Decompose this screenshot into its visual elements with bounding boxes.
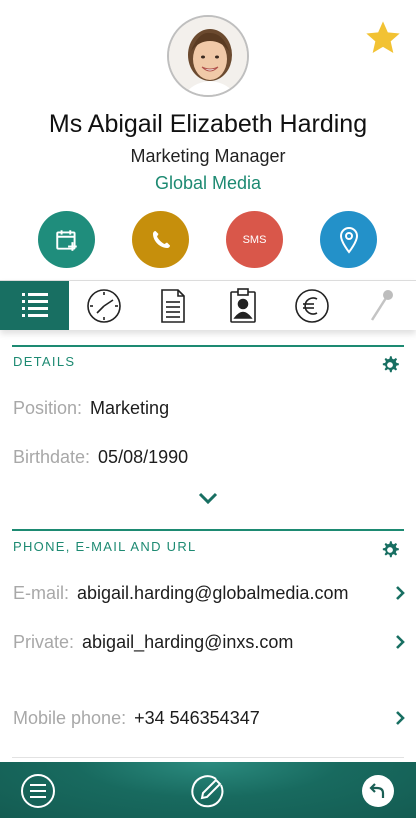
location-button[interactable] [320,211,377,268]
job-title: Marketing Manager [130,146,286,166]
chevron-right-icon[interactable] [394,585,406,601]
contact-info-title: PHONE, E-MAIL AND URL [13,539,197,554]
position-value: Marketing [90,398,170,418]
contact-header: Ms Abigail Elizabeth Harding Marketing M… [0,0,416,280]
phone-icon [152,230,170,248]
tab-finance[interactable] [277,281,346,330]
avatar [167,15,249,97]
private-email-row[interactable]: Private: abigail_harding@inxs.com [13,632,406,653]
call-button[interactable] [132,211,189,268]
euro-icon [295,288,329,323]
birthdate-value: 05/08/1990 [98,447,189,467]
edit-icon [191,775,224,808]
details-title: DETAILS [13,354,76,369]
contact-name: Ms Abigail Elizabeth Harding [48,110,368,138]
calendar-plus-icon [55,229,77,251]
id-badge-icon [229,287,256,323]
edit-button[interactable] [190,773,226,809]
contact-info-section: PHONE, E-MAIL AND URL [12,529,404,558]
document-icon [161,288,186,323]
company-name[interactable]: Global Media [0,173,416,194]
tab-bar [0,280,416,330]
list-icon [21,292,48,317]
location-pin-icon [339,226,358,254]
mobile-label: Mobile phone: [13,708,127,728]
menu-icon [21,774,55,808]
details-settings-gear-icon[interactable] [380,355,400,375]
expand-chevron-down-icon[interactable] [198,491,218,505]
add-calendar-button[interactable] [38,211,95,268]
position-label: Position: [13,398,83,418]
email-row[interactable]: E-mail: abigail.harding@globalmedia.com [13,583,406,604]
tab-details[interactable] [0,281,70,330]
section-divider [12,345,404,347]
tab-documents[interactable] [139,281,208,330]
mobile-phone-row[interactable]: Mobile phone: +34 546354347 [13,708,406,729]
email-value[interactable]: abigail.harding@globalmedia.com [77,583,348,603]
tab-card[interactable] [208,281,277,330]
mobile-value[interactable]: +34 546354347 [134,708,260,728]
chevron-right-icon[interactable] [394,634,406,650]
private-value[interactable]: abigail_harding@inxs.com [82,632,293,652]
details-section: DETAILS [12,345,404,373]
list-divider [12,757,404,758]
sms-button[interactable]: SMS [226,211,283,268]
pin-icon [371,289,394,321]
email-label: E-mail: [13,583,70,603]
menu-button[interactable] [20,773,56,809]
bottom-bar [0,762,416,818]
position-row: Position: Marketing [13,398,406,419]
favorite-star-icon[interactable] [362,18,404,58]
back-button[interactable] [360,773,396,809]
undo-icon [362,775,394,807]
birthdate-label: Birthdate: [13,447,91,467]
chevron-right-icon[interactable] [394,710,406,726]
private-label: Private: [13,632,75,652]
tab-history[interactable] [69,281,138,330]
clock-icon [87,288,121,323]
section-divider [12,529,404,531]
contact-settings-gear-icon[interactable] [380,540,400,560]
tab-pin[interactable] [347,281,416,330]
birthdate-row: Birthdate: 05/08/1990 [13,447,406,468]
sms-label: SMS [242,233,267,246]
